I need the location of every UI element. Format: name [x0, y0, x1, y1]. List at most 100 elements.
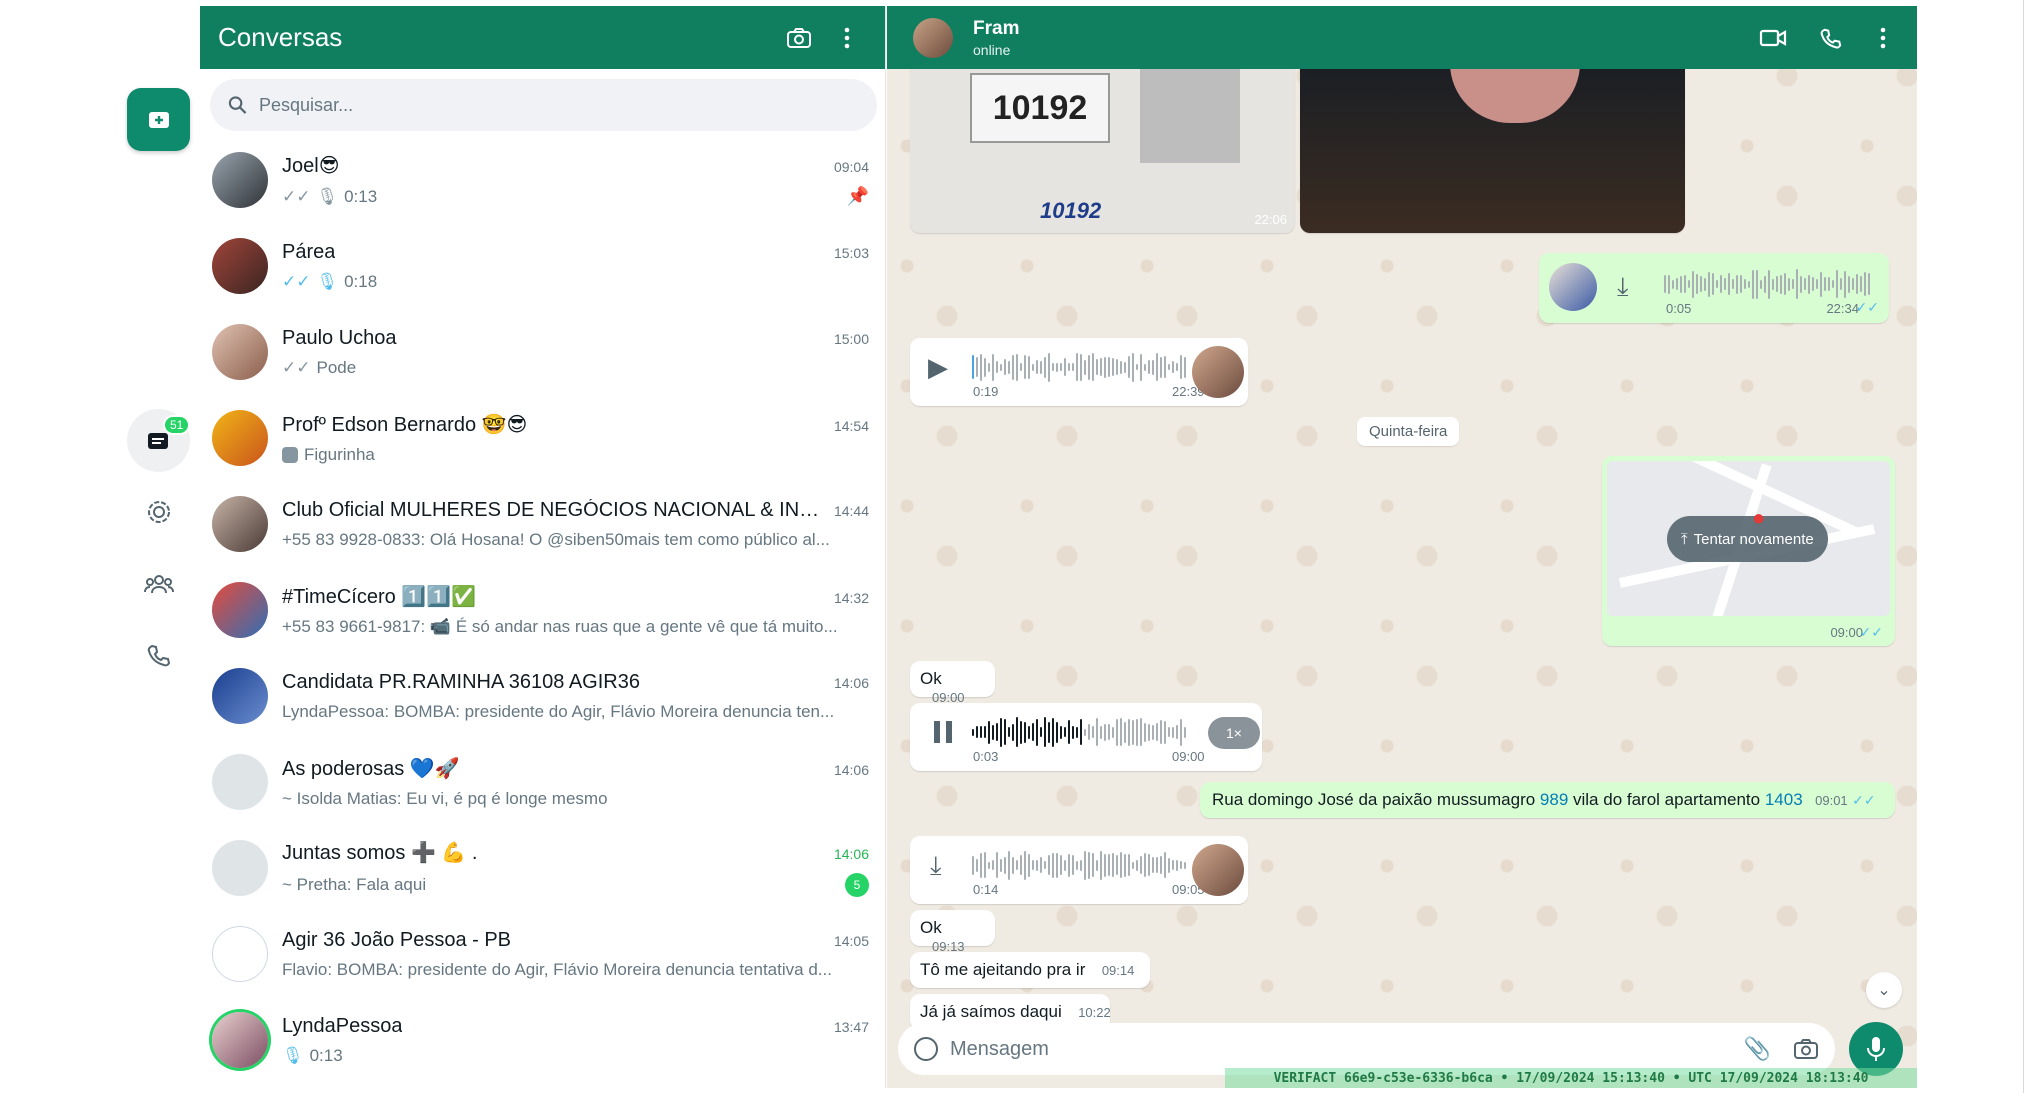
camera-button[interactable]	[779, 18, 819, 58]
waveform-bar	[1124, 853, 1126, 877]
waveform-bar	[1128, 854, 1130, 876]
message-time: 09:01	[1815, 793, 1848, 808]
conversation-header[interactable]: Fram online	[887, 6, 1917, 69]
waveform-bar	[1152, 857, 1154, 873]
waveform-bar	[1092, 353, 1094, 381]
message-input[interactable]	[950, 1037, 1744, 1061]
waveform-bar	[1180, 861, 1182, 869]
text-message[interactable]: Ok 09:13	[910, 910, 995, 954]
waveform-bar	[1060, 855, 1062, 875]
mic-icon: 🎙	[316, 186, 339, 206]
emoji-icon[interactable]	[914, 1037, 938, 1061]
calls-nav-button[interactable]	[127, 623, 190, 686]
conversation-menu-button[interactable]	[1863, 18, 1903, 58]
image-message[interactable]	[1300, 63, 1685, 233]
attach-icon[interactable]: 📎	[1744, 1036, 1771, 1062]
waveform-bar	[1176, 859, 1178, 871]
text-message[interactable]: Ok 09:00	[910, 661, 995, 705]
communities-nav-button[interactable]	[127, 552, 190, 615]
waveform-bar	[1156, 353, 1158, 381]
audio-waveform[interactable]	[972, 715, 1186, 749]
chat-name: Paulo Uchoa	[282, 326, 397, 349]
chat-row[interactable]: LyndaPessoa 13:47 🎙 0:13	[200, 997, 885, 1083]
contact-name: Fram	[973, 17, 1020, 39]
chat-row[interactable]: Joel😎 09:04 ✓✓ 🎙 0:13 📌	[200, 137, 885, 223]
audio-waveform[interactable]	[972, 848, 1186, 882]
chat-row[interactable]: Profº Edson Bernardo 🤓😎 14:54 Figurinha	[200, 395, 885, 481]
waveform-bar	[1112, 358, 1114, 376]
menu-button[interactable]	[827, 18, 867, 58]
new-chat-button[interactable]	[127, 88, 190, 151]
unread-badge: 5	[845, 872, 869, 897]
verification-watermark: VERIFACT 66e9-c53e-6336-b6ca • 17/09/202…	[1225, 1068, 1917, 1088]
video-call-button[interactable]	[1753, 18, 1793, 58]
waveform-bar	[1028, 355, 1030, 379]
waveform-bar	[1840, 278, 1842, 290]
audio-waveform[interactable]	[972, 350, 1186, 384]
chat-time: 14:06	[833, 761, 869, 778]
audio-message[interactable]: ⤓ 0:14 09:05	[910, 836, 1248, 904]
read-ticks-icon: ✓✓	[1855, 299, 1879, 315]
playback-speed-button[interactable]: 1×	[1208, 717, 1260, 749]
waveform-bar	[1760, 279, 1762, 289]
chat-row[interactable]: Párea 15:03 ✓✓ 🎙 0:18	[200, 223, 885, 309]
download-icon[interactable]: ⤓	[930, 850, 942, 882]
audio-waveform[interactable]	[1664, 267, 1870, 301]
waveform-bar	[976, 858, 978, 872]
contact-avatar[interactable]	[913, 17, 953, 58]
scroll-to-bottom-button[interactable]: ⌄	[1866, 972, 1902, 1008]
audio-message[interactable]: 0:03 09:00 1×	[910, 703, 1262, 771]
image-message[interactable]: 10192 10192 22:06	[910, 63, 1295, 233]
message-text: Ok	[920, 669, 942, 688]
chats-badge: 51	[163, 415, 191, 435]
waveform-bar	[1108, 357, 1110, 377]
waveform-bar	[1836, 270, 1838, 298]
waveform-bar	[1088, 724, 1090, 740]
waveform-bar	[1804, 278, 1806, 290]
waveform-bar	[1104, 853, 1106, 877]
voice-call-button[interactable]	[1811, 18, 1851, 58]
chat-row[interactable]: Candidata PR.RAMINHA 36108 AGIR36 14:06 L…	[200, 653, 885, 739]
chat-name: Juntas somos ➕ 💪 .	[282, 841, 478, 864]
waveform-bar	[1728, 273, 1730, 295]
waveform-bar	[1068, 720, 1070, 744]
waveform-bar	[1084, 850, 1086, 880]
waveform-bar	[1096, 359, 1098, 375]
avatar	[212, 1012, 268, 1068]
play-icon[interactable]: ▶	[928, 352, 948, 383]
waveform-bar	[1160, 720, 1162, 744]
location-message[interactable]: ⤒ Tentar novamente ● 09:00 ✓✓	[1602, 456, 1895, 646]
text-message[interactable]: Tô me ajeitando pra ir 09:14	[910, 952, 1150, 988]
camera-icon	[787, 27, 811, 48]
chat-name: Candidata PR.RAMINHA 36108 AGIR36	[282, 670, 640, 693]
chat-row[interactable]: Paulo Uchoa 15:00 ✓✓ Pode	[200, 309, 885, 395]
text-message[interactable]: Rua domingo José da paixão mussumagro 98…	[1200, 782, 1895, 818]
search-input[interactable]	[259, 94, 859, 116]
waveform-bar	[1072, 855, 1074, 875]
waveform-bar	[1076, 353, 1078, 381]
chats-nav-button[interactable]: 51	[127, 409, 191, 472]
chat-row[interactable]: Juntas somos ➕ 💪 . 14:06 ~ Pretha: Fala a…	[200, 825, 885, 911]
download-icon[interactable]: ⤓	[1617, 271, 1629, 303]
nav-rail: 51	[5, 0, 200, 1093]
waveform-bar	[1164, 852, 1166, 878]
apartment-number-link[interactable]: 1403	[1765, 790, 1803, 809]
audio-message[interactable]: ⤓ 0:05 22:34 ✓✓	[1539, 253, 1889, 323]
address-number-link[interactable]: 989	[1540, 790, 1568, 809]
chat-row[interactable]: As poderosas 💙🚀 14:06 ~ Isolda Matias: Eu…	[200, 739, 885, 825]
retry-upload-button[interactable]: ⤒ Tentar novamente	[1667, 516, 1828, 562]
chat-row[interactable]: #TimeCícero 1️⃣1️⃣✅ 14:32 +55 83 9661-981…	[200, 567, 885, 653]
waveform-bar	[1164, 356, 1166, 378]
conversation-panel: Fram online 10192 10192 22:06 ⤓ 0:05 22:…	[887, 6, 1917, 1088]
waveform-bar	[1184, 356, 1186, 378]
waveform-bar	[1140, 856, 1142, 874]
waveform-bar	[1024, 355, 1026, 379]
waveform-bar	[1704, 277, 1706, 291]
chat-row[interactable]: Club Oficial MULHERES DE NEGÓCIOS NACION…	[200, 481, 885, 567]
status-nav-button[interactable]	[127, 480, 190, 543]
camera-icon[interactable]	[1793, 1038, 1819, 1060]
more-vertical-icon	[1880, 27, 1886, 48]
pause-icon[interactable]	[934, 721, 952, 743]
audio-message[interactable]: ▶ 0:19 22:39	[910, 338, 1248, 406]
chat-row[interactable]: Agir 36 João Pessoa - PB 14:05 Flavio: BO…	[200, 911, 885, 997]
